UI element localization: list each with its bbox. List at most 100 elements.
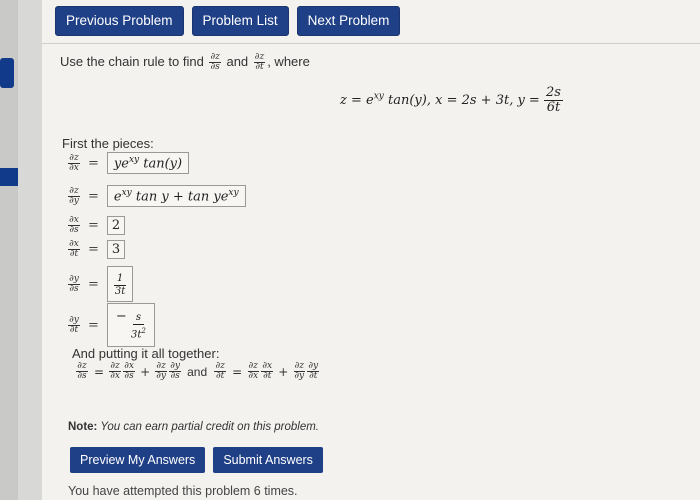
dz-dy: ∂z ∂y [154,362,168,381]
dz-dx: ∂z ∂x [108,362,122,381]
dz-ds-fraction: ∂z ∂s [209,53,221,72]
answer-sup: xy [121,188,132,198]
product-term: ∂z ∂y ∂y ∂s [154,362,182,381]
product-term: ∂z ∂y ∂y ∂t [292,362,320,381]
z-expression: z = e [340,93,374,108]
y-num: 2s [543,85,563,101]
frac-den: ∂s [210,62,220,72]
preview-answers-button[interactable]: Preview My Answers [70,447,206,473]
equals-sign: = [232,364,243,379]
equals-sign: = [88,242,99,257]
derivative-label: ∂z ∂x [66,153,82,173]
frac-den: ∂t [255,62,264,72]
answer-sign: − [115,309,127,324]
derivative-label: ∂y ∂s [66,273,82,294]
equals-sign: = [88,155,99,171]
answer-box-dz-dy[interactable]: exy tan y + tan yexy [106,185,246,208]
d-den: ∂s [170,371,180,381]
chain-and: and [187,364,208,379]
piece-row-dy-ds: ∂y ∂s = 1 3t [66,266,134,302]
d-den: ∂t [216,371,225,381]
problem-list-button[interactable]: Problem List [191,6,289,36]
equals-sign: = [94,364,105,379]
plus-sign: + [140,364,151,379]
dz-dt-fraction: ∂z ∂t [253,53,266,72]
note-text: You can earn partial credit on this prob… [97,421,320,433]
piece-row-dx-ds: ∂x ∂s = 2 [66,216,126,235]
answer-box-dx-ds[interactable]: 2 [106,216,126,235]
answer-den: 3t [130,329,142,341]
piece-row-dx-dt: ∂x ∂t = 3 [66,240,126,259]
partial-credit-note: Note: You can earn partial credit on thi… [68,421,319,433]
d-num: ∂y [68,273,80,285]
answer-box-dy-ds[interactable]: 1 3t [106,266,134,302]
equals-sign: = [88,218,99,233]
answer-num: 1 [113,273,127,286]
product-term: ∂z ∂x ∂x ∂t [246,362,274,381]
next-problem-button[interactable]: Next Problem [296,6,401,36]
y-fraction: 2s 6t [543,85,563,115]
dz-ds: ∂z ∂s [74,362,90,381]
answer-tail: tan y + tan ye [131,189,229,205]
given-equations: z = exy tan(y), x = 2s + 3t, y = 2s 6t [340,86,563,115]
prompt-text: Use the chain rule to find [60,53,204,69]
answer-den-sup: 2 [141,327,146,335]
d-den: ∂x [110,371,120,381]
piece-row-dy-dt: ∂y ∂t = − s 3t2 [66,303,155,348]
answer-part: ye [113,156,129,172]
answer-fraction: 1 3t [113,273,127,298]
d-den: ∂s [124,371,134,381]
previous-problem-button[interactable]: Previous Problem [55,6,184,36]
answer-box-dx-dt[interactable]: 3 [106,240,126,259]
answer-part: e [113,189,122,205]
d-den: ∂x [248,371,259,381]
problem-statement: Use the chain rule to find ∂z ∂s and ∂z … [60,53,310,72]
answer-fraction: s 3t2 [131,312,146,341]
side-marker-top [0,58,14,88]
y-den: 6t [546,100,561,115]
answer-den-wrap: 3t2 [131,325,146,341]
together-label: And putting it all together: [72,346,220,361]
d-den: ∂s [77,371,87,381]
d-den: ∂t [69,324,79,335]
answer-num: s [132,312,144,325]
derivative-label: ∂x ∂t [66,240,82,259]
d-den: ∂s [69,283,79,294]
d-den: ∂y [156,371,166,381]
dy-ds: ∂y ∂s [168,362,182,381]
d-den: ∂y [294,371,305,381]
dz-dt: ∂z ∂t [212,362,228,381]
dz-dx: ∂z ∂x [246,362,260,381]
product-term: ∂z ∂x ∂x ∂s [108,362,136,381]
prompt-where: , where [267,53,310,69]
answer-tail: tan(y) [139,156,183,172]
pieces-label: First the pieces: [62,136,154,151]
z-exponent: xy [373,91,384,102]
answer-actions: Preview My Answers Submit Answers [70,447,323,473]
dy-dt: ∂y ∂t [306,362,320,381]
piece-row-dz-dx: ∂z ∂x = yexy tan(y) [66,152,190,175]
note-label: Note: [68,421,98,433]
dx-dt: ∂x ∂t [260,362,274,381]
given-rest: tan(y), x = 2s + 3t, y = [383,93,544,108]
derivative-label: ∂y ∂t [66,315,82,335]
equals-sign: = [88,317,99,333]
attempts-status: You have attempted this problem 6 times. [68,484,298,498]
d-den: ∂s [69,225,79,235]
dx-ds: ∂x ∂s [122,362,136,381]
d-den: ∂t [69,249,79,259]
divider [42,43,700,44]
submit-answers-button[interactable]: Submit Answers [213,447,323,473]
answer-box-dy-dt[interactable]: − s 3t2 [106,303,155,348]
answer-sup: xy [128,155,140,165]
plus-sign: + [278,364,289,379]
d-den: ∂t [309,371,318,381]
derivative-label: ∂z ∂y [66,186,82,206]
answer-sup2: xy [228,188,239,198]
piece-row-dz-dy: ∂z ∂y = exy tan y + tan yexy [66,185,246,208]
dz-dy: ∂z ∂y [292,362,306,381]
derivative-label: ∂x ∂s [66,216,82,235]
problem-nav: Previous Problem Problem List Next Probl… [55,6,401,36]
answer-box-dz-dx[interactable]: yexy tan(y) [106,152,190,175]
equals-sign: = [88,276,99,292]
